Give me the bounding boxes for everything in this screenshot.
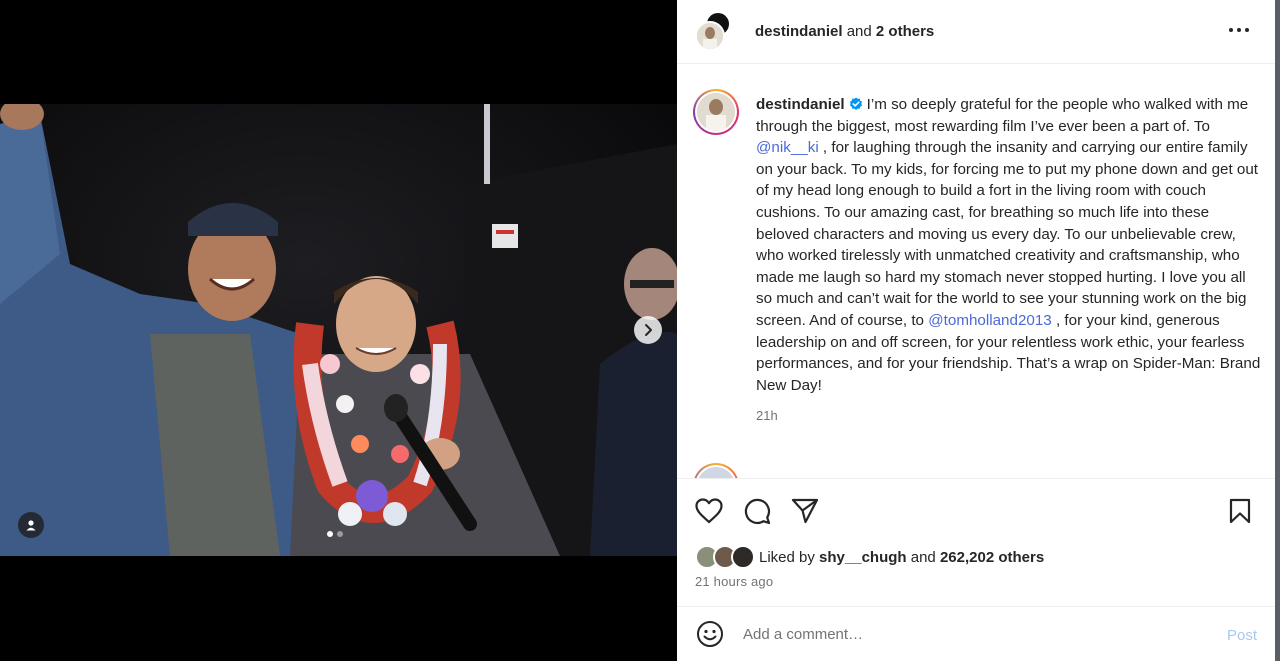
chevron-right-icon — [645, 324, 652, 336]
add-comment-bar: Post — [677, 606, 1275, 661]
heart-icon — [695, 498, 723, 524]
next-photo-button[interactable] — [634, 316, 662, 344]
caption-username[interactable]: destindaniel — [756, 96, 845, 113]
post-sidebar: destindaniel and 2 others destindaniel I’… — [677, 0, 1275, 661]
likes-summary: Liked by shy__chugh and 262,202 others — [695, 545, 1044, 569]
carousel-indicator — [327, 531, 343, 537]
carousel-dot — [337, 531, 343, 537]
media-panel — [0, 0, 677, 661]
emoji-button[interactable] — [695, 619, 725, 649]
avatar — [695, 20, 725, 51]
post-authors: destindaniel and 2 others — [755, 23, 934, 40]
tagged-users-button[interactable] — [18, 512, 44, 538]
author-username[interactable]: destindaniel — [755, 23, 843, 40]
caption-avatar[interactable] — [693, 89, 739, 135]
liked-by-joiner: and — [910, 548, 936, 566]
photo-illustration — [0, 104, 677, 556]
more-options-button[interactable] — [1227, 18, 1251, 42]
emoji-icon — [697, 621, 723, 647]
comment-icon — [744, 498, 771, 525]
post-comment-button[interactable]: Post — [1227, 627, 1257, 644]
caption-text: , for laughing through the insanity and … — [756, 139, 1259, 329]
like-button[interactable] — [694, 496, 724, 526]
user-tag-icon — [26, 520, 36, 531]
caption-body: destindaniel I’m so deeply grateful for t… — [756, 94, 1261, 427]
avatar — [731, 545, 755, 569]
avatar[interactable] — [693, 463, 739, 478]
more-horizontal-icon — [1229, 28, 1249, 32]
comment-row: nicodi❤❤❤❤❤❤❤ — [693, 463, 1263, 478]
comments-section[interactable]: destindaniel I’m so deeply grateful for t… — [677, 65, 1275, 478]
action-bar — [694, 496, 820, 526]
mention-link[interactable]: @tomholland2013 — [928, 312, 1052, 329]
comment-button[interactable] — [742, 496, 772, 526]
verified-badge-icon — [849, 96, 863, 110]
liked-by-prefix: Liked by — [759, 548, 815, 566]
save-button[interactable] — [1225, 496, 1255, 526]
post-header: destindaniel and 2 others — [677, 0, 1275, 64]
share-button[interactable] — [790, 496, 820, 526]
other-authors-link[interactable]: 2 others — [876, 23, 934, 40]
post-timestamp[interactable]: 21 hours ago — [695, 574, 773, 589]
window-edge — [1275, 0, 1280, 661]
liked-by-user[interactable]: shy__chugh — [819, 549, 907, 566]
share-icon — [791, 498, 819, 524]
post-actions-area: Liked by shy__chugh and 262,202 others 2… — [677, 478, 1275, 605]
authors-joiner: and — [846, 23, 872, 40]
caption-timestamp[interactable]: 21h — [756, 405, 1261, 427]
carousel-dot-active — [327, 531, 333, 537]
collaborator-avatars[interactable] — [695, 10, 731, 51]
likes-count-link[interactable]: 262,202 others — [940, 549, 1044, 566]
post-photo[interactable] — [0, 104, 677, 556]
mention-link[interactable]: @nik__ki — [756, 139, 819, 156]
comment-input[interactable] — [743, 625, 1203, 643]
post-caption: destindaniel I’m so deeply grateful for t… — [693, 89, 1263, 427]
bookmark-icon — [1229, 498, 1251, 524]
liker-avatars[interactable] — [695, 545, 757, 569]
